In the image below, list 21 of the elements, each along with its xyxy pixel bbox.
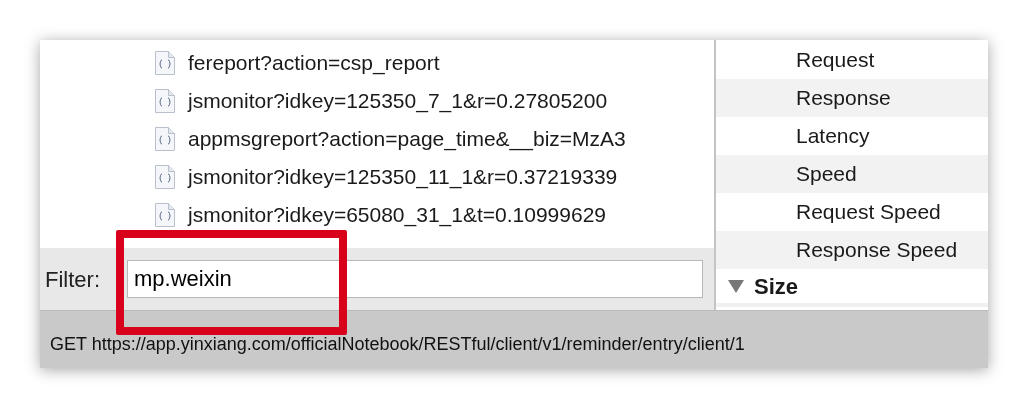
json-file-icon (154, 202, 176, 228)
detail-label: Request Speed (796, 199, 941, 226)
filter-field[interactable]: mp.weixin (127, 260, 703, 298)
json-file-icon (154, 88, 176, 114)
detail-label: Response Speed (796, 237, 958, 264)
request-name[interactable]: jsmonitor?idkey=125350_11_1&r=0.37219339 (188, 161, 618, 193)
detail-label: Speed (796, 161, 857, 188)
detail-label: Latency (796, 123, 870, 150)
expanded-triangle-icon[interactable] (728, 279, 744, 293)
request-name[interactable]: jsmonitor?idkey=125350_7_1&r=0.27805200 (188, 85, 608, 117)
detail-label: Request (796, 47, 875, 74)
filter-label: Filter: (45, 265, 101, 294)
section-title: Size (754, 272, 799, 301)
request-url: GET https://app.yinxiang.com/officialNotebook/RESTful/client/v1/reminder/entry/client/1 (50, 333, 745, 354)
request-name[interactable]: fereport?action=csp_report (188, 47, 440, 79)
json-file-icon (154, 126, 176, 152)
json-file-icon (154, 164, 176, 190)
request-name[interactable]: appmsgreport?action=page_time&__biz=MzA3 (188, 123, 626, 155)
detail-label: Response (796, 85, 891, 112)
json-file-icon (154, 50, 176, 76)
request-name[interactable]: jsmonitor?idkey=65080_31_1&t=0.10999629 (188, 199, 606, 231)
